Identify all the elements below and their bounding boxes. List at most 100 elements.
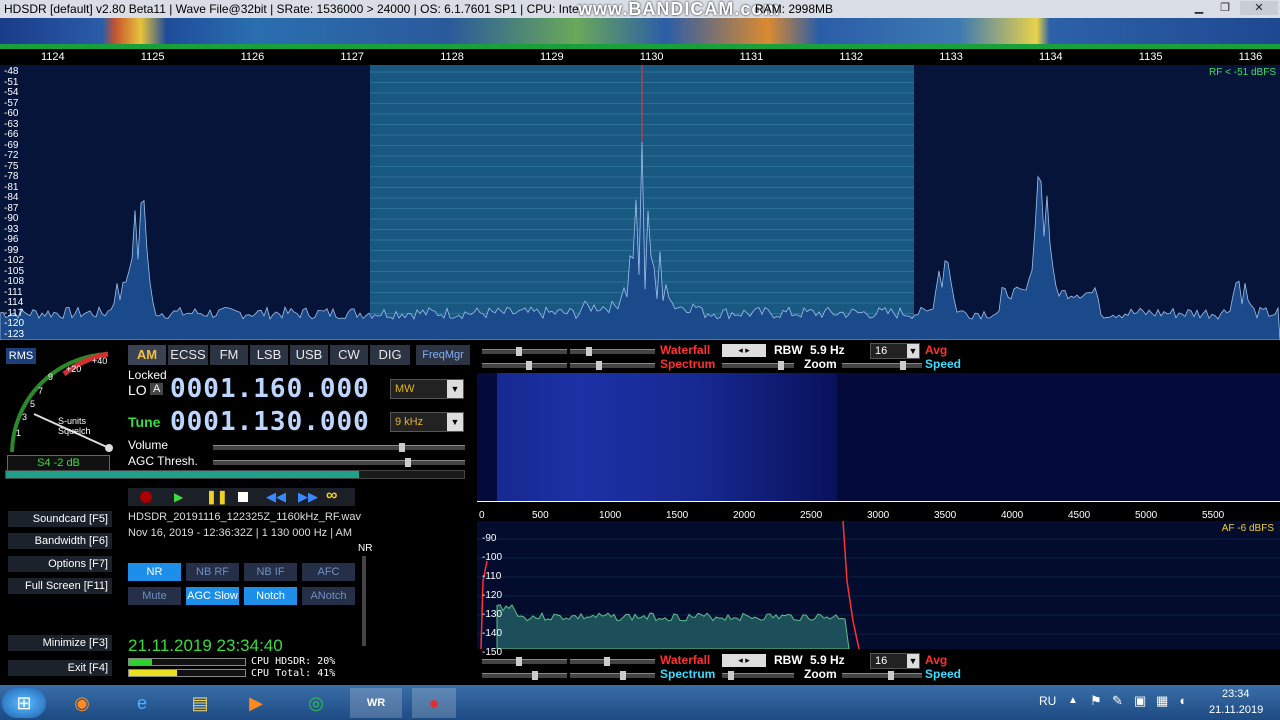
band-select[interactable]: MW ▼	[390, 379, 464, 399]
mode-usb-button[interactable]: USB	[290, 345, 328, 365]
mode-dig-button[interactable]: DIG	[370, 345, 410, 365]
internet-explorer-icon[interactable]: e	[122, 688, 162, 718]
mode-cw-button[interactable]: CW	[330, 345, 368, 365]
spectrum-contrast-slider[interactable]	[570, 361, 655, 370]
start-button-icon[interactable]: ⊞	[2, 688, 46, 718]
slider-knob[interactable]	[586, 347, 592, 356]
lo-lock-a-button[interactable]: A	[150, 383, 164, 395]
spectrum-y-tick-label: -96	[4, 234, 19, 245]
slider-knob[interactable]	[516, 657, 522, 666]
chrome-icon[interactable]: ◎	[296, 688, 336, 718]
overview-waterfall[interactable]	[0, 18, 1280, 44]
winrad-hdsdr-icon[interactable]: WR	[350, 688, 402, 718]
mute-button[interactable]: Mute	[128, 587, 181, 605]
agc-thresh-slider[interactable]	[213, 458, 465, 467]
volume-icon[interactable]: ◖	[1178, 693, 1186, 708]
tray-expand-icon[interactable]: ▲	[1068, 695, 1078, 706]
taskbar-time[interactable]: 23:34	[1222, 688, 1250, 700]
soundcard-button[interactable]: Soundcard [F5]	[8, 511, 112, 527]
mode-lsb-button[interactable]: LSB	[250, 345, 288, 365]
step-select[interactable]: 9 kHz ▼	[390, 412, 464, 432]
rf-spectrum[interactable]: -48 -51 -54 -57 -60 -63 -66 -69 -72 -75 -78 -81 -84-…	[0, 65, 1280, 340]
bandicam-icon[interactable]: ●	[412, 688, 456, 718]
af-spectrum-brightness-slider[interactable]	[482, 671, 567, 680]
slider-knob[interactable]	[526, 361, 532, 370]
exit-button[interactable]: Exit [F4]	[8, 660, 112, 676]
nb-rf-button[interactable]: NB RF	[186, 563, 239, 581]
squelch-bar[interactable]	[5, 470, 465, 479]
af-spectrum-plot	[477, 521, 1280, 649]
rewind-icon[interactable]: ◀◀	[266, 489, 286, 505]
slider-knob[interactable]	[728, 671, 734, 680]
waterfall-brightness-slider[interactable]	[482, 347, 567, 356]
volume-slider[interactable]	[213, 443, 465, 452]
tune-label: Tune	[128, 414, 161, 430]
tune-frequency-display[interactable]: 0001.130.000	[170, 407, 370, 437]
stop-icon[interactable]	[238, 492, 248, 502]
rbw-arrows[interactable]: ◂ ▸	[722, 654, 766, 667]
firefox-icon[interactable]: ◉	[62, 688, 102, 718]
slider-knob[interactable]	[604, 657, 610, 666]
network-icon[interactable]: ▦	[1156, 693, 1168, 709]
speed-slider[interactable]	[842, 361, 922, 370]
minimize-button[interactable]: Minimize [F3]	[8, 635, 112, 651]
slider-knob[interactable]	[888, 671, 894, 680]
rbw-arrows[interactable]: ◂ ▸	[722, 344, 766, 357]
slider-knob[interactable]	[778, 361, 784, 370]
loop-icon[interactable]: ∞	[326, 487, 337, 505]
slider-knob[interactable]	[596, 361, 602, 370]
fast-forward-icon[interactable]: ▶▶	[298, 489, 318, 505]
volume-slider-knob[interactable]	[399, 443, 405, 452]
nr-button[interactable]: NR	[128, 563, 181, 581]
bandwidth-button[interactable]: Bandwidth [F6]	[8, 533, 112, 549]
options-button[interactable]: Options [F7]	[8, 556, 112, 572]
freqmgr-button[interactable]: FreqMgr	[416, 345, 470, 365]
af-spectrum-contrast-slider[interactable]	[570, 671, 655, 680]
mode-ecss-button[interactable]: ECSS	[168, 345, 208, 365]
slider-knob[interactable]	[516, 347, 522, 356]
close-window-button[interactable]: ✕	[1240, 1, 1278, 15]
af-spectrum[interactable]: AF -6 dBFS	[477, 521, 1280, 649]
af-waterfall-contrast-slider[interactable]	[570, 657, 655, 666]
maximize-window-button[interactable]: ❐	[1212, 1, 1238, 15]
waterfall-contrast-slider[interactable]	[570, 347, 655, 356]
language-indicator[interactable]: RU	[1039, 694, 1056, 708]
slider-knob[interactable]	[532, 671, 538, 680]
lo-frequency-display[interactable]: 0001.160.000	[170, 374, 370, 404]
rms-button[interactable]: RMS	[6, 348, 36, 364]
avg-select[interactable]: 16 ▼	[870, 653, 920, 669]
agc-thresh-slider-knob[interactable]	[405, 458, 411, 467]
afc-button[interactable]: AFC	[302, 563, 355, 581]
spectrum-y-tick-label: -105	[4, 265, 25, 277]
nb-if-button[interactable]: NB IF	[244, 563, 297, 581]
anotch-button[interactable]: ANotch	[302, 587, 355, 605]
pause-icon[interactable]: ❚❚	[206, 489, 228, 505]
freq-tick-label: 1130	[639, 51, 664, 63]
frequency-scale[interactable]: 1124 1125 1126 1127 1128 1129 1130 1131 1132 1133…	[0, 49, 1280, 65]
nr-level-slider[interactable]	[362, 556, 366, 646]
avg-select[interactable]: 16 ▼	[870, 343, 920, 359]
notch-button[interactable]: Notch	[244, 587, 297, 605]
speed-slider[interactable]	[842, 671, 922, 680]
s-units-label: S-units	[58, 416, 87, 426]
action-center-icon[interactable]: ⚑	[1090, 693, 1102, 709]
pen-tray-icon[interactable]: ✎	[1112, 693, 1123, 709]
spectrum-brightness-slider[interactable]	[482, 361, 567, 370]
taskbar-date[interactable]: 21.11.2019	[1209, 704, 1263, 716]
file-explorer-icon[interactable]: ▤	[180, 688, 220, 718]
slider-knob[interactable]	[620, 671, 626, 680]
full-screen-button[interactable]: Full Screen [F11]	[8, 578, 112, 594]
play-icon[interactable]: ▶	[174, 490, 183, 504]
af-waterfall-brightness-slider[interactable]	[482, 657, 567, 666]
media-player-icon[interactable]: ▶	[236, 688, 276, 718]
spectrum-zoom-slider[interactable]	[722, 361, 794, 370]
slider-knob[interactable]	[900, 361, 906, 370]
mode-am-button[interactable]: AM	[128, 345, 166, 365]
agc-slow-button[interactable]: AGC Slow	[186, 587, 239, 605]
minimize-window-button[interactable]: ▁	[1186, 1, 1212, 15]
device-tray-icon[interactable]: ▣	[1134, 693, 1146, 709]
af-zoom-slider[interactable]	[722, 671, 794, 680]
mode-fm-button[interactable]: FM	[210, 345, 248, 365]
record-icon[interactable]	[140, 491, 152, 503]
af-waterfall[interactable]	[477, 373, 1280, 501]
